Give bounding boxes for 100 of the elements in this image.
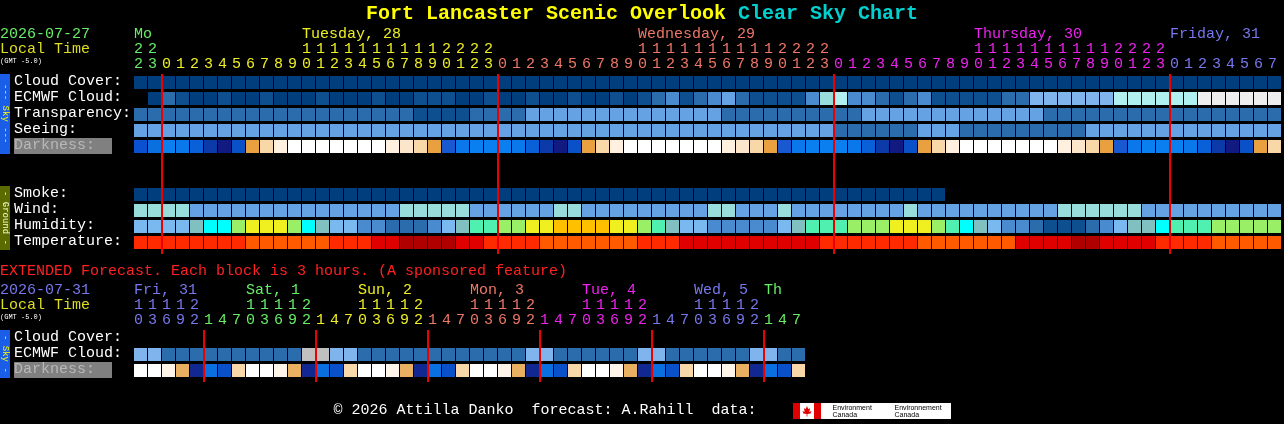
day-label: Tue, 4: [582, 283, 636, 298]
hour-label: 18: [750, 42, 759, 72]
hour-label: 13: [148, 298, 157, 328]
day-label: Wednesday, 29: [638, 27, 756, 42]
row-label: ECMWF Cloud:: [14, 346, 124, 362]
credit-text: © 2026 Attilla Danko forecast: A.Rahill data:: [333, 402, 757, 419]
hour-label: 22: [526, 298, 535, 328]
hour-label: 4: [218, 57, 227, 72]
hour-label: 4: [442, 313, 451, 328]
hour-label: 4: [554, 57, 563, 72]
hour-label: 7: [232, 313, 241, 328]
hour-label: 16: [386, 42, 395, 72]
hour-label: 16: [386, 298, 395, 328]
hour-label: 7: [792, 313, 801, 328]
hour-label: 13: [680, 42, 689, 72]
day-label: Sun, 2: [358, 283, 412, 298]
hour-label: 1: [848, 57, 857, 72]
hour-label: 10: [638, 42, 647, 72]
hour-label: 1: [316, 313, 325, 328]
day-label: Sat, 1: [246, 283, 300, 298]
hour-label: 14: [694, 42, 703, 72]
hour-label: 18: [414, 42, 423, 72]
hour-label: 20: [442, 42, 451, 72]
hour-label: 7: [456, 313, 465, 328]
hour-label: 13: [260, 298, 269, 328]
row-label: Smoke:: [14, 186, 69, 202]
hour-label: 20: [778, 42, 787, 72]
hour-label: 8: [274, 57, 283, 72]
hour-label: 13: [708, 298, 717, 328]
row-label: Darkness:: [14, 362, 112, 378]
hour-label: 9: [960, 57, 969, 72]
row-label: Seeing:: [14, 122, 78, 138]
hour-label: 5: [1240, 57, 1249, 72]
hour-label: 1: [204, 313, 213, 328]
hour-label: 15: [1044, 42, 1053, 72]
hour-label: 4: [218, 313, 227, 328]
hour-label: 10: [134, 298, 143, 328]
hour-label: 1: [764, 313, 773, 328]
hour-label: 7: [1268, 57, 1277, 72]
hour-label: 19: [1100, 42, 1109, 72]
hour-label: 13: [344, 42, 353, 72]
hour-label: 22: [470, 42, 479, 72]
hour-label: 13: [596, 298, 605, 328]
hour-label: 19: [764, 42, 773, 72]
hour-label: 10: [582, 298, 591, 328]
hour-label: 19: [512, 298, 521, 328]
hour-label: 6: [1254, 57, 1263, 72]
hour-label: 4: [1226, 57, 1235, 72]
hour-label: 14: [358, 42, 367, 72]
hour-label: 21: [1128, 42, 1137, 72]
row-label: Humidity:: [14, 218, 96, 234]
hour-label: 4: [778, 313, 787, 328]
extended-forecast-notice: EXTENDED Forecast. Each block is 3 hours. (A sponsored feature): [0, 264, 569, 280]
hour-label: 15: [372, 42, 381, 72]
hour-label: 6: [246, 57, 255, 72]
hour-label: 19: [400, 298, 409, 328]
chart-title: Clear Sky Chart: [738, 2, 919, 25]
hour-label: 3: [540, 57, 549, 72]
hour-label: 23: [820, 42, 829, 72]
hour-label: 6: [582, 57, 591, 72]
hour-label: 1: [652, 313, 661, 328]
hour-label: 19: [624, 298, 633, 328]
hour-label: 1: [428, 313, 437, 328]
hour-label: 19: [176, 298, 185, 328]
hour-label: 13: [1016, 42, 1025, 72]
hour-label: 21: [456, 42, 465, 72]
location-title: Fort Lancaster Scenic Overlook: [365, 2, 726, 25]
hour-label: 12: [1002, 42, 1011, 72]
hour-label: 5: [568, 57, 577, 72]
hour-label: 0: [498, 57, 507, 72]
hour-label: 16: [498, 298, 507, 328]
hour-label: 12: [330, 42, 339, 72]
hour-label: 17: [400, 42, 409, 72]
hour-label: 4: [330, 313, 339, 328]
hour-label: 3: [1212, 57, 1221, 72]
hour-label: 23: [1156, 42, 1165, 72]
hour-label: 17: [736, 42, 745, 72]
hour-label: 19: [428, 42, 437, 72]
day-label: Th: [764, 283, 782, 298]
hour-label: 9: [288, 57, 297, 72]
hour-label: 22: [190, 298, 199, 328]
hour-label: 2: [190, 57, 199, 72]
hour-label: 22: [134, 42, 143, 72]
hour-label: 16: [722, 298, 731, 328]
row-label: Wind:: [14, 202, 60, 218]
hour-label: 19: [288, 298, 297, 328]
hour-label: 1: [1184, 57, 1193, 72]
flag-icon: [792, 402, 821, 419]
hour-label: 0: [834, 57, 843, 72]
row-label: Temperature:: [14, 234, 124, 250]
hour-label: 13: [484, 298, 493, 328]
hour-label: 10: [246, 298, 255, 328]
day-label: Mo: [134, 27, 152, 42]
hour-label: 3: [876, 57, 885, 72]
row-label: Darkness:: [14, 138, 112, 154]
hour-label: 11: [652, 42, 661, 72]
day-label: Friday, 31: [1170, 27, 1260, 42]
hour-label: 16: [1058, 42, 1067, 72]
date-label: 2026-07-27: [0, 27, 90, 42]
hour-label: 23: [148, 42, 157, 72]
